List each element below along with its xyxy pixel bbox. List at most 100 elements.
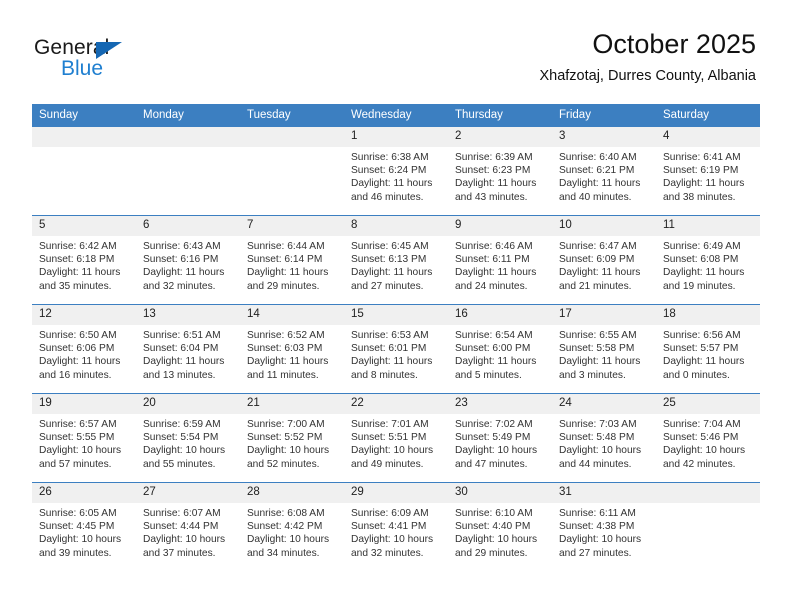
calendar-day-cell[interactable]: 4 Sunrise: 6:41 AM Sunset: 6:19 PM Daylight…	[656, 126, 760, 216]
daylight-duration-line2: and 35 minutes.	[39, 280, 112, 292]
daylight-duration-line1: Daylight: 10 hours	[143, 445, 226, 457]
calendar-day-cell[interactable]: 17 Sunrise: 6:55 AM Sunset: 5:58 PM Dayligh…	[552, 304, 656, 394]
calendar-day-cell[interactable]: 11 Sunrise: 6:49 AM Sunset: 6:08 PM Dayligh…	[656, 215, 760, 305]
calendar-day-cell[interactable]: 19 Sunrise: 6:57 AM Sunset: 5:55 PM Dayligh…	[32, 393, 136, 483]
sunrise-time: Sunrise: 6:50 AM	[39, 330, 117, 341]
calendar-day-cell[interactable]: 5 Sunrise: 6:42 AM Sunset: 6:18 PM Daylight…	[32, 215, 136, 305]
day-details: Sunrise: 6:41 AM Sunset: 6:19 PM Daylight:…	[656, 147, 760, 204]
calendar-day-cell[interactable]: 16 Sunrise: 6:54 AM Sunset: 6:00 PM Dayligh…	[448, 304, 552, 394]
day-number: 14	[240, 305, 344, 325]
day-details: Sunrise: 6:50 AM Sunset: 6:06 PM Daylight:…	[32, 325, 136, 382]
logo-text-blue: Blue	[61, 57, 104, 80]
day-details: Sunrise: 6:07 AM Sunset: 4:44 PM Daylight:…	[136, 503, 240, 560]
calendar-day-cell[interactable]: 24 Sunrise: 7:03 AM Sunset: 5:48 PM Dayligh…	[552, 393, 656, 483]
daylight-duration-line1: Daylight: 11 hours	[143, 267, 225, 279]
daylight-duration-line2: and 29 minutes.	[247, 280, 320, 292]
sunrise-time: Sunrise: 6:51 AM	[143, 330, 221, 341]
daylight-duration-line2: and 11 minutes.	[247, 369, 319, 381]
sunset-time: Sunset: 4:45 PM	[39, 521, 115, 533]
calendar-day-cell[interactable]: 30 Sunrise: 6:10 AM Sunset: 4:40 PM Dayligh…	[448, 482, 552, 571]
calendar-week-row: 1 Sunrise: 6:38 AM Sunset: 6:24 PM Daylight…	[32, 126, 760, 216]
calendar-day-cell[interactable]: 28 Sunrise: 6:08 AM Sunset: 4:42 PM Dayligh…	[240, 482, 344, 571]
day-details: Sunrise: 6:53 AM Sunset: 6:01 PM Daylight:…	[344, 325, 448, 382]
calendar-day-cell[interactable]: 14 Sunrise: 6:52 AM Sunset: 6:03 PM Dayligh…	[240, 304, 344, 394]
daylight-duration-line2: and 13 minutes.	[143, 369, 216, 381]
daylight-duration-line2: and 39 minutes.	[39, 547, 112, 559]
daylight-duration-line1: Daylight: 11 hours	[455, 356, 537, 368]
calendar-day-cell[interactable]: 31 Sunrise: 6:11 AM Sunset: 4:38 PM Dayligh…	[552, 482, 656, 571]
day-number: 29	[344, 483, 448, 503]
sunrise-time: Sunrise: 7:03 AM	[559, 419, 637, 430]
daylight-duration-line1: Daylight: 11 hours	[663, 178, 745, 190]
daylight-duration-line2: and 29 minutes.	[455, 547, 528, 559]
daylight-duration-line1: Daylight: 10 hours	[39, 445, 122, 457]
daylight-duration-line1: Daylight: 11 hours	[39, 267, 121, 279]
calendar-day-cell[interactable]: 23 Sunrise: 7:02 AM Sunset: 5:49 PM Dayligh…	[448, 393, 552, 483]
calendar-week-row: 19 Sunrise: 6:57 AM Sunset: 5:55 PM Dayligh…	[32, 393, 760, 483]
calendar-week-row: 26 Sunrise: 6:05 AM Sunset: 4:45 PM Dayligh…	[32, 482, 760, 571]
calendar-day-cell[interactable]: 3 Sunrise: 6:40 AM Sunset: 6:21 PM Daylight…	[552, 126, 656, 216]
sunrise-time: Sunrise: 6:39 AM	[455, 152, 533, 163]
daylight-duration-line1: Daylight: 11 hours	[559, 356, 641, 368]
calendar-day-cell[interactable]: 21 Sunrise: 7:00 AM Sunset: 5:52 PM Dayligh…	[240, 393, 344, 483]
day-details: Sunrise: 6:10 AM Sunset: 4:40 PM Daylight:…	[448, 503, 552, 560]
daylight-duration-line1: Daylight: 10 hours	[247, 445, 330, 457]
sunrise-time: Sunrise: 6:47 AM	[559, 241, 637, 252]
calendar-day-cell[interactable]: 15 Sunrise: 6:53 AM Sunset: 6:01 PM Dayligh…	[344, 304, 448, 394]
daylight-duration-line1: Daylight: 10 hours	[663, 445, 746, 457]
sunrise-time: Sunrise: 6:38 AM	[351, 152, 429, 163]
day-number: 5	[32, 216, 136, 236]
sunrise-time: Sunrise: 6:45 AM	[351, 241, 429, 252]
day-details	[240, 147, 344, 151]
calendar-day-cell[interactable]: 22 Sunrise: 7:01 AM Sunset: 5:51 PM Dayligh…	[344, 393, 448, 483]
calendar-day-cell[interactable]: 12 Sunrise: 6:50 AM Sunset: 6:06 PM Dayligh…	[32, 304, 136, 394]
day-details: Sunrise: 6:56 AM Sunset: 5:57 PM Daylight:…	[656, 325, 760, 382]
daylight-duration-line1: Daylight: 11 hours	[143, 356, 225, 368]
calendar-page: General Blue October 2025 Xhafzotaj, Dur…	[0, 0, 792, 612]
calendar-day-cell[interactable]: 7 Sunrise: 6:44 AM Sunset: 6:14 PM Daylight…	[240, 215, 344, 305]
weekday-header-sunday: Sunday	[32, 104, 136, 127]
calendar-day-cell[interactable]: 27 Sunrise: 6:07 AM Sunset: 4:44 PM Dayligh…	[136, 482, 240, 571]
day-details: Sunrise: 6:59 AM Sunset: 5:54 PM Daylight:…	[136, 414, 240, 471]
calendar-day-cell[interactable]: 29 Sunrise: 6:09 AM Sunset: 4:41 PM Dayligh…	[344, 482, 448, 571]
sunrise-time: Sunrise: 6:11 AM	[559, 508, 636, 519]
sunset-time: Sunset: 6:23 PM	[455, 165, 531, 177]
calendar-day-cell[interactable]: 18 Sunrise: 6:56 AM Sunset: 5:57 PM Dayligh…	[656, 304, 760, 394]
weekday-header-saturday: Saturday	[656, 104, 760, 127]
day-details	[136, 147, 240, 151]
calendar-day-cell[interactable]: 6 Sunrise: 6:43 AM Sunset: 6:16 PM Daylight…	[136, 215, 240, 305]
daylight-duration-line1: Daylight: 11 hours	[351, 267, 433, 279]
daylight-duration-line2: and 44 minutes.	[559, 458, 632, 470]
daylight-duration-line1: Daylight: 11 hours	[247, 356, 329, 368]
daylight-duration-line2: and 43 minutes.	[455, 191, 528, 203]
day-details: Sunrise: 6:55 AM Sunset: 5:58 PM Daylight:…	[552, 325, 656, 382]
sunrise-time: Sunrise: 6:44 AM	[247, 241, 325, 252]
day-details: Sunrise: 6:39 AM Sunset: 6:23 PM Daylight:…	[448, 147, 552, 204]
daylight-duration-line1: Daylight: 10 hours	[143, 534, 226, 546]
general-blue-logo: General Blue	[34, 36, 234, 86]
daylight-duration-line2: and 3 minutes.	[559, 369, 626, 381]
page-title: October 2025	[592, 29, 756, 59]
day-details: Sunrise: 6:40 AM Sunset: 6:21 PM Daylight:…	[552, 147, 656, 204]
daylight-duration-line2: and 27 minutes.	[351, 280, 424, 292]
calendar-day-cell[interactable]: 13 Sunrise: 6:51 AM Sunset: 6:04 PM Dayligh…	[136, 304, 240, 394]
calendar-week-row: 12 Sunrise: 6:50 AM Sunset: 6:06 PM Dayligh…	[32, 304, 760, 394]
day-number: 24	[552, 394, 656, 414]
calendar-day-cell[interactable]: 20 Sunrise: 6:59 AM Sunset: 5:54 PM Dayligh…	[136, 393, 240, 483]
day-number	[32, 127, 136, 147]
daylight-duration-line1: Daylight: 10 hours	[455, 534, 538, 546]
calendar-day-cell[interactable]: 2 Sunrise: 6:39 AM Sunset: 6:23 PM Daylight…	[448, 126, 552, 216]
calendar-body: 1 Sunrise: 6:38 AM Sunset: 6:24 PM Daylight…	[32, 126, 760, 571]
day-number: 6	[136, 216, 240, 236]
sunset-time: Sunset: 5:55 PM	[39, 432, 115, 444]
calendar-day-cell[interactable]: 9 Sunrise: 6:46 AM Sunset: 6:11 PM Daylight…	[448, 215, 552, 305]
sunset-time: Sunset: 6:21 PM	[559, 165, 635, 177]
calendar-day-cell[interactable]: 25 Sunrise: 7:04 AM Sunset: 5:46 PM Dayligh…	[656, 393, 760, 483]
calendar-day-cell[interactable]: 8 Sunrise: 6:45 AM Sunset: 6:13 PM Daylight…	[344, 215, 448, 305]
calendar-day-cell[interactable]: 10 Sunrise: 6:47 AM Sunset: 6:09 PM Dayligh…	[552, 215, 656, 305]
calendar-day-cell[interactable]: 26 Sunrise: 6:05 AM Sunset: 4:45 PM Dayligh…	[32, 482, 136, 571]
calendar-day-cell[interactable]: 1 Sunrise: 6:38 AM Sunset: 6:24 PM Daylight…	[344, 126, 448, 216]
sunset-time: Sunset: 6:06 PM	[39, 343, 115, 355]
daylight-duration-line2: and 5 minutes.	[455, 369, 522, 381]
day-details: Sunrise: 7:00 AM Sunset: 5:52 PM Daylight:…	[240, 414, 344, 471]
